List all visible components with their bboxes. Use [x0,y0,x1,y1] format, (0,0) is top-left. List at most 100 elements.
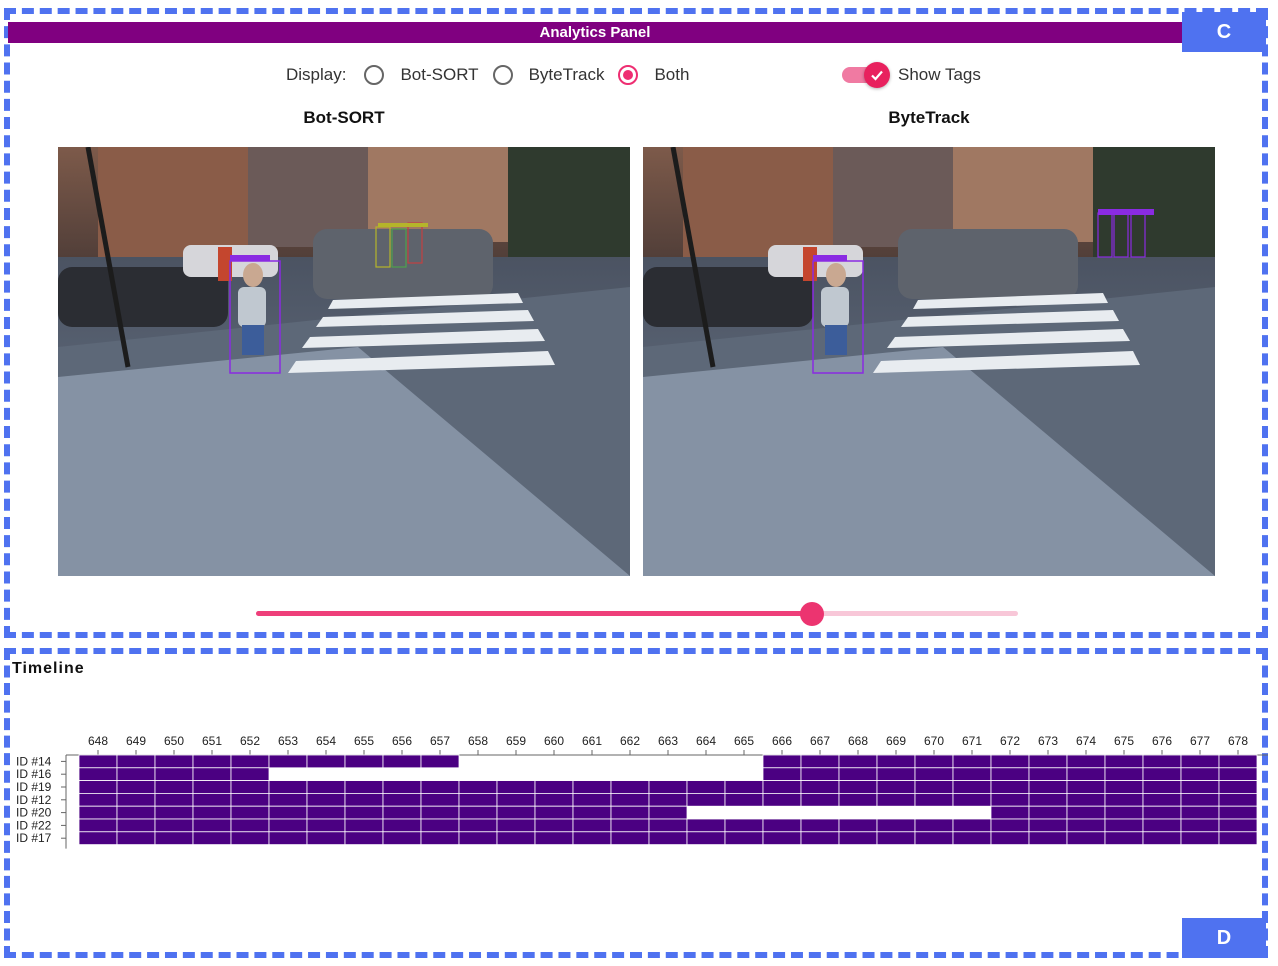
track-cell [1104,818,1144,833]
track-cell [192,831,232,846]
frame-tick-label: 660 [544,734,564,748]
track-cell [154,780,194,794]
track-cell [762,818,802,833]
track-cell [420,818,460,833]
track-cell [496,818,536,833]
track-cell [458,831,498,846]
toggle-track[interactable] [842,62,890,88]
track-cell [610,793,650,807]
track-cell [192,754,232,769]
track-cell [344,793,384,807]
track-cell [78,780,118,794]
track-cell [230,754,270,769]
pane-title-bytetrack: ByteTrack [888,108,970,127]
frame-tick-label: 671 [962,734,982,748]
track-cell [724,793,764,807]
track-cell [382,805,422,820]
track-cell [876,831,916,846]
track-cell [78,767,118,781]
track-cell [344,831,384,846]
track-cell [876,818,916,833]
track-cell [914,793,954,807]
slider-thumb[interactable] [800,602,825,626]
track-cell [1180,793,1220,807]
radio-both[interactable] [618,65,639,85]
track-cell [572,793,612,807]
track-cell [306,780,346,794]
track-cell [572,805,612,820]
track-cell [1142,805,1182,820]
track-cell [420,793,460,807]
track-cell [838,767,878,781]
show-tags-label: Show Tags [898,65,981,84]
track-cell [762,767,802,781]
video-frame-bytetrack [643,147,1215,576]
track-cell [838,780,878,794]
track-cell [1142,793,1182,807]
track-cell [78,831,118,846]
track-cell [1104,754,1144,769]
frame-tick-label: 666 [772,734,792,748]
track-cell [610,780,650,794]
display-mode-group: Display: Bot-SORT ByteTrack Both [286,60,695,90]
track-cell [952,754,992,769]
track-cell [876,780,916,794]
frame-tick-label: 663 [658,734,678,748]
track-cell [382,818,422,833]
slider-fill [256,611,813,616]
track-cell [914,767,954,781]
track-cell [1218,805,1258,820]
radio-bytetrack[interactable] [492,65,513,85]
track-cell [458,793,498,807]
track-cell [1142,831,1182,846]
show-tags-toggle[interactable]: Show Tags [842,62,981,88]
track-cell [534,780,574,794]
track-cell [1104,805,1144,820]
track-cell [724,831,764,846]
track-cell [496,793,536,807]
radio-bot-sort[interactable] [364,65,385,85]
track-cell [648,780,688,794]
frame-slider[interactable] [256,602,1018,626]
track-cell [800,818,840,833]
track-cell [458,780,498,794]
frame-tick-label: 673 [1038,734,1058,748]
frame-tick-label: 649 [126,734,146,748]
track-cell [1028,805,1068,820]
track-cell [268,793,308,807]
track-cell [154,754,194,769]
track-cell [1218,780,1258,794]
track-cell [192,793,232,807]
track-cell [876,793,916,807]
track-cell [648,805,688,820]
track-cell [686,831,726,846]
toggle-thumb[interactable] [864,62,890,88]
track-cell [458,818,498,833]
track-cell [914,780,954,794]
track-cell [610,805,650,820]
track-cell [192,805,232,820]
street-scene-image [58,147,630,576]
track-cell [762,754,802,769]
track-cell [420,780,460,794]
track-cell [1104,780,1144,794]
track-cell [534,831,574,846]
track-cell [230,767,270,781]
track-cell [838,818,878,833]
frame-tick-label: 654 [316,734,336,748]
track-cell [344,805,384,820]
track-cell [1104,831,1144,846]
frame-tick-label: 657 [430,734,450,748]
track-cell [762,793,802,807]
track-cell [610,831,650,846]
track-cell [192,767,232,781]
track-cell [1028,818,1068,833]
frame-tick-label: 669 [886,734,906,748]
track-cell [1104,793,1144,807]
track-cell [1218,818,1258,833]
track-cell [116,805,156,820]
track-cell [572,818,612,833]
panel-header: Analytics Panel [8,22,1182,43]
track-cell [306,831,346,846]
track-cell [952,793,992,807]
